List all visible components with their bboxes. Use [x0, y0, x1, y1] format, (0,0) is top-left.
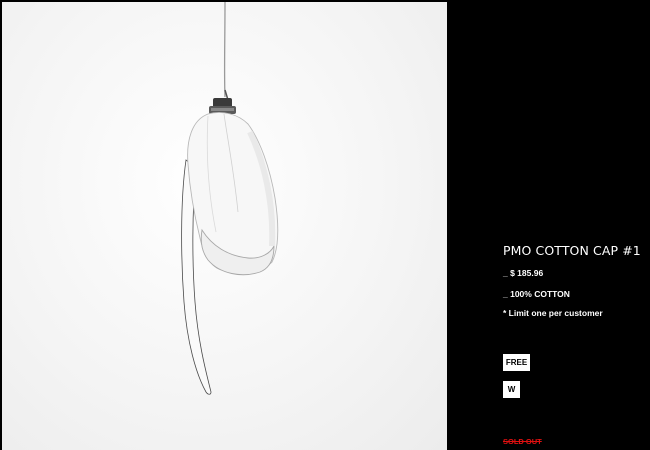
purchase-limit-note: * Limit one per customer [503, 308, 603, 318]
product-material: _ 100% COTTON [503, 289, 570, 299]
color-option-button[interactable]: W [503, 381, 520, 398]
product-price: _ $ 185.96 [503, 268, 544, 278]
size-option-button[interactable]: FREE [503, 354, 530, 371]
product-info-panel: PMO COTTON CAP #1 _ $ 185.96 _ 100% COTT… [503, 0, 650, 450]
product-title: PMO COTTON CAP #1 [503, 243, 641, 258]
product-photo [2, 2, 447, 450]
hanging-cap-image [181, 2, 279, 395]
sold-out-label: SOLD OUT [503, 437, 542, 446]
